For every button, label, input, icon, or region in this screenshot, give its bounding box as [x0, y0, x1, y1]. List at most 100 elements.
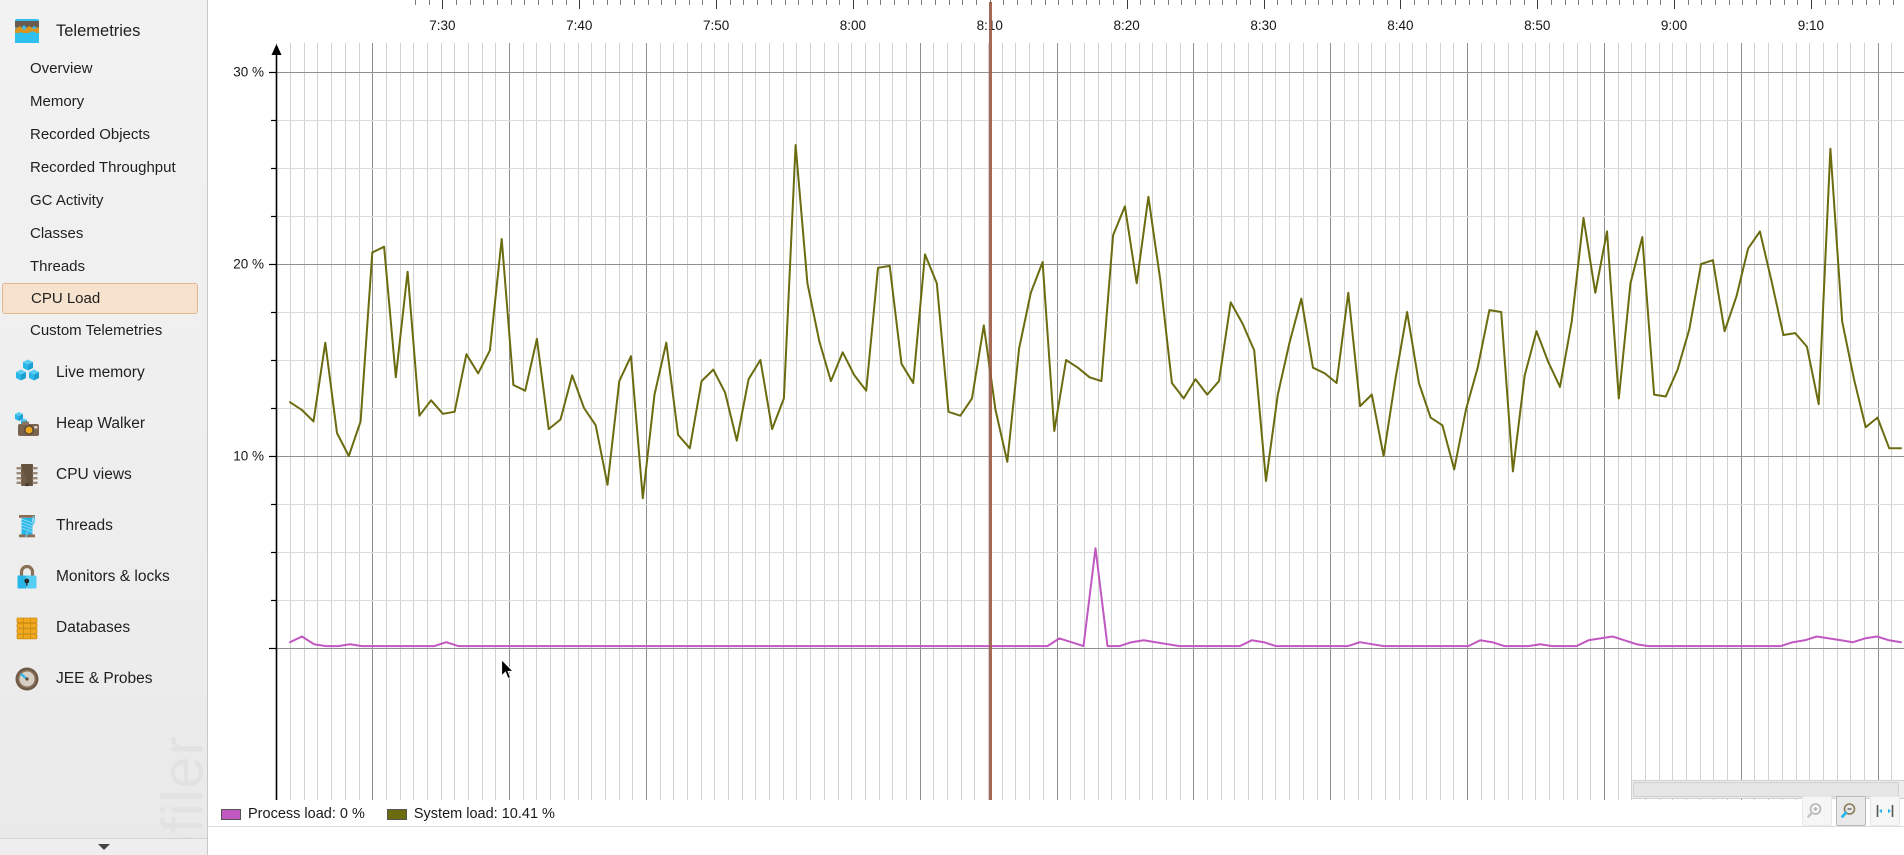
sidebar-item-memory[interactable]: Memory [0, 85, 207, 118]
axis-tick-minor [785, 0, 786, 5]
axis-tick-minor [470, 0, 471, 5]
axis-tick-minor [1797, 0, 1798, 5]
axis-tick-minor [1099, 0, 1100, 5]
zoom-controls [1802, 796, 1900, 826]
sidebar-item-gc-activity[interactable]: GC Activity [0, 184, 207, 217]
axis-tick-minor [1209, 0, 1210, 5]
sidebar-item-threads[interactable]: Threads [0, 250, 207, 283]
heap-walker-icon [12, 409, 42, 439]
axis-tick-minor [962, 0, 963, 5]
axis-tick-major [442, 0, 443, 9]
x-axis-tick-label: 7:40 [566, 18, 592, 33]
legend-entry-process-load[interactable]: Process load: 0 % [221, 806, 365, 822]
sidebar-item-label: Monitors & locks [56, 568, 170, 586]
axis-tick-minor [1647, 0, 1648, 5]
bottom-bar [208, 826, 1904, 855]
axis-tick-minor [757, 0, 758, 5]
axis-tick-minor [1592, 0, 1593, 5]
sidebar-header-telemetries[interactable]: Telemetries [0, 10, 207, 52]
system-load-label: System load: 10.41 % [414, 806, 555, 822]
sidebar-item-label: Memory [30, 93, 84, 110]
axis-tick-minor [1701, 0, 1702, 5]
databases-icon [12, 613, 42, 643]
axis-tick-minor [935, 0, 936, 5]
axis-tick-minor [661, 0, 662, 5]
sidebar-expander[interactable] [0, 838, 207, 855]
axis-tick-minor [1455, 0, 1456, 5]
x-axis-tick-label: 7:30 [429, 18, 455, 33]
axis-tick-minor [620, 0, 621, 5]
axis-tick-minor [1496, 0, 1497, 5]
axis-tick-minor [1250, 0, 1251, 5]
zoom-in-icon [1807, 801, 1827, 821]
sidebar-item-cpu-load[interactable]: CPU Load [2, 283, 198, 314]
sidebar-item-jee-probes[interactable]: JEE & Probes [0, 653, 207, 704]
heap-walker-icon [12, 409, 42, 439]
axis-tick-minor [1291, 0, 1292, 5]
jee-probes-icon [12, 664, 42, 694]
sidebar-item-custom-telemetries[interactable]: Custom Telemetries [0, 314, 207, 347]
threads-icon [12, 511, 42, 541]
zoom-out-button[interactable] [1836, 796, 1866, 826]
axis-tick-minor [1017, 0, 1018, 5]
axis-tick-minor [415, 0, 416, 5]
axis-tick-minor [1893, 0, 1894, 5]
axis-tick-minor [839, 0, 840, 5]
sidebar-item-threads[interactable]: Threads [0, 500, 207, 551]
time-axis: 7:307:407:508:008:108:208:308:408:509:00… [208, 0, 1904, 44]
legend-entry-system-load[interactable]: System load: 10.41 % [387, 806, 555, 822]
axis-tick-minor [648, 0, 649, 5]
sidebar-item-classes[interactable]: Classes [0, 217, 207, 250]
axis-tick-minor [607, 0, 608, 5]
sidebar-item-label: Classes [30, 225, 83, 242]
axis-tick-major [579, 0, 580, 9]
axis-tick-minor [593, 0, 594, 5]
telemetries-subitems: Overview Memory Recorded Objects Recorded T… [0, 52, 207, 347]
x-axis-tick-label: 8:00 [840, 18, 866, 33]
axis-tick-minor [798, 0, 799, 5]
axis-tick-minor [702, 0, 703, 5]
axis-tick-minor [511, 0, 512, 5]
axis-tick-minor [1482, 0, 1483, 5]
time-marker-line [989, 2, 992, 800]
axis-tick-minor [880, 0, 881, 5]
plot-svg [208, 43, 1904, 800]
jprofiler-window: JProfiler Telemetries OverviewMemoryReco… [0, 0, 1904, 855]
sidebar-item-overview[interactable]: Overview [0, 52, 207, 85]
axis-tick-minor [771, 0, 772, 5]
sidebar-item-databases[interactable]: Databases [0, 602, 207, 653]
sidebar-item-monitors-locks[interactable]: Monitors & locks [0, 551, 207, 602]
axis-tick-minor [894, 0, 895, 5]
axis-tick-minor [497, 0, 498, 5]
sidebar-item-heap-walker[interactable]: Heap Walker [0, 398, 207, 449]
zoom-in-button[interactable] [1802, 796, 1832, 826]
live-memory-icon [12, 358, 42, 388]
fit-width-button[interactable] [1870, 796, 1900, 826]
chart-legend: Process load: 0 % System load: 10.41 % [208, 801, 1904, 827]
axis-tick-minor [1688, 0, 1689, 5]
axis-tick-major [716, 0, 717, 9]
cpu-views-icon [12, 460, 42, 490]
axis-tick-minor [1578, 0, 1579, 5]
axis-tick-minor [675, 0, 676, 5]
axis-tick-minor [1140, 0, 1141, 5]
axis-tick-minor [1633, 0, 1634, 5]
sidebar-item-cpu-views[interactable]: CPU views [0, 449, 207, 500]
sidebar-item-recorded-throughput[interactable]: Recorded Throughput [0, 151, 207, 184]
cpu-load-plot[interactable]: 10 %20 %30 % [208, 43, 1904, 800]
axis-tick-major [1264, 0, 1265, 9]
axis-tick-minor [1852, 0, 1853, 5]
sidebar-item-live-memory[interactable]: Live memory [0, 347, 207, 398]
axis-tick-minor [921, 0, 922, 5]
horizontal-scrollbar-thumb[interactable] [1633, 782, 1899, 797]
axis-tick-minor [867, 0, 868, 5]
axis-tick-minor [826, 0, 827, 5]
sidebar-item-label: Threads [30, 258, 85, 275]
telemetries-label: Telemetries [56, 22, 140, 41]
sidebar-item-label: Recorded Throughput [30, 159, 176, 176]
axis-tick-minor [1428, 0, 1429, 5]
axis-tick-minor [689, 0, 690, 5]
axis-tick-minor [1058, 0, 1059, 5]
sidebar-item-recorded-objects[interactable]: Recorded Objects [0, 118, 207, 151]
sidebar-item-label: Live memory [56, 364, 145, 382]
